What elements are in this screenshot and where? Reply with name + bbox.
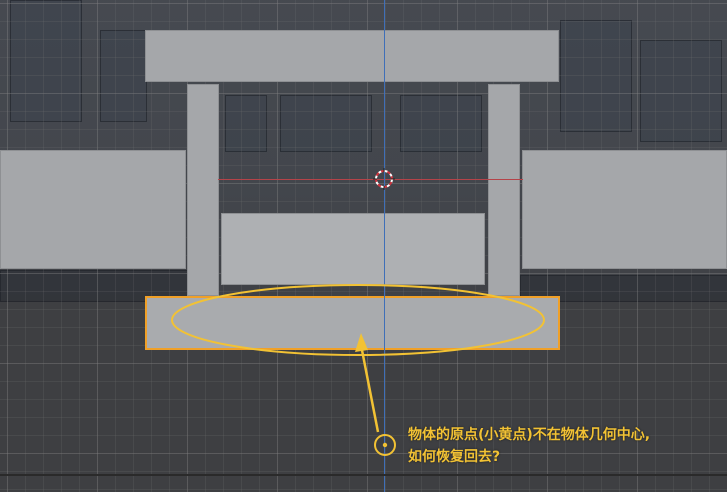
background-window — [10, 0, 82, 122]
background-window — [640, 40, 722, 142]
annotation-line-2: 如何恢复回去? — [408, 449, 501, 465]
background-window — [225, 95, 267, 152]
background-window — [560, 20, 632, 132]
background-window — [100, 30, 147, 122]
gate-top-beam[interactable] — [145, 30, 559, 82]
gate-sign-board[interactable] — [221, 213, 485, 285]
background-window — [280, 95, 372, 152]
selected-base-slab[interactable] — [145, 296, 560, 350]
object-origin-icon — [374, 434, 396, 456]
3d-viewport[interactable]: 物体的原点(小黄点)不在物体几何中心, 如何恢复回去? — [0, 0, 727, 492]
left-wall[interactable] — [0, 150, 186, 269]
x-axis-line — [218, 179, 523, 180]
viewport-bottom-border — [0, 474, 727, 476]
annotation-text: 物体的原点(小黄点)不在物体几何中心, 如何恢复回去? — [408, 424, 718, 468]
gate-left-pillar[interactable] — [187, 84, 219, 296]
right-wall[interactable] — [522, 150, 727, 269]
background-window — [400, 95, 482, 152]
z-axis-line — [384, 0, 385, 492]
gate-right-pillar[interactable] — [488, 84, 520, 296]
annotation-arrow-line — [359, 344, 380, 433]
annotation-line-1: 物体的原点(小黄点)不在物体几何中心, — [408, 427, 651, 443]
